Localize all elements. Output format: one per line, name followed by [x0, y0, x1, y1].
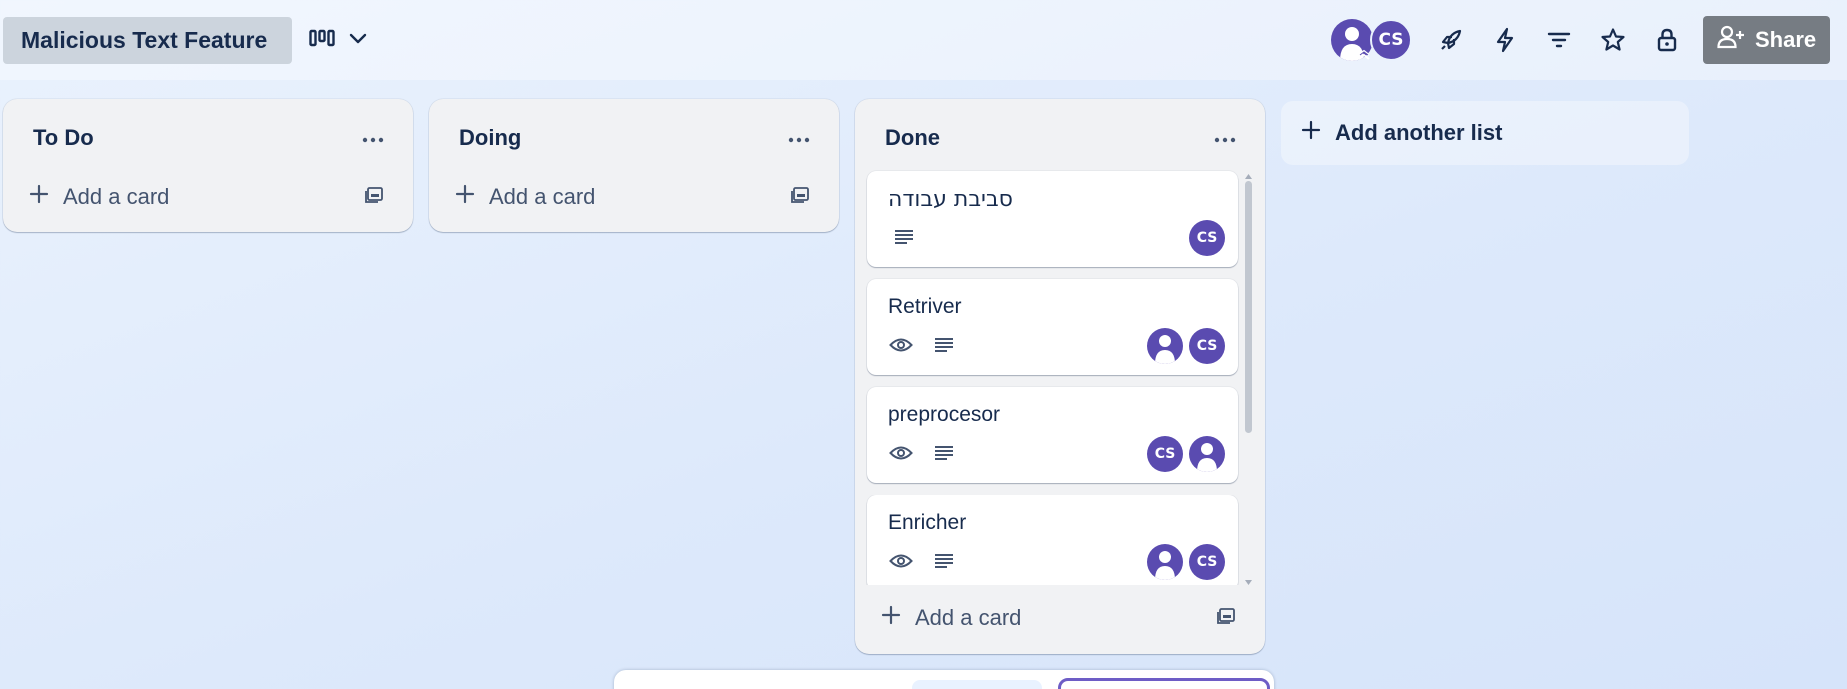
star-icon[interactable] [1593, 20, 1633, 60]
watching-eye-icon [888, 548, 914, 574]
list-header: Done [855, 99, 1265, 175]
card[interactable]: preprocesor CS [867, 387, 1238, 483]
board-view-icon [309, 29, 335, 52]
plus-icon [1301, 120, 1321, 146]
card-member-avatar-person[interactable] [1189, 436, 1225, 472]
card-title: Enricher [888, 511, 967, 534]
description-icon [931, 548, 957, 574]
add-list-label: Add another list [1335, 120, 1503, 145]
card-title: סביבת עבודה [888, 187, 1013, 212]
list-header: To Do [3, 99, 413, 175]
card[interactable]: Enricher CS [867, 495, 1238, 585]
create-from-template-button[interactable] [782, 179, 818, 215]
list-scrollbar[interactable] [1243, 167, 1253, 585]
list-menu-button[interactable] [1207, 119, 1243, 153]
card[interactable]: סביבת עבודה CS [867, 171, 1238, 267]
watching-eye-icon [888, 332, 914, 358]
add-card-label: Add a card [489, 184, 596, 209]
card-member-avatar-person[interactable] [1147, 328, 1183, 364]
plus-icon [29, 184, 49, 210]
add-card-button[interactable]: Add a card [441, 175, 741, 219]
card-scroll-clip: Enricher CS [855, 495, 1250, 585]
power-ups-rocket-icon[interactable] [1431, 20, 1471, 60]
list-title[interactable]: Done [885, 125, 940, 151]
list-menu-button[interactable] [355, 119, 391, 153]
board-view-switcher[interactable] [305, 22, 369, 58]
card-title: Retriver [888, 295, 962, 318]
more-horizontal-icon [362, 123, 384, 149]
admin-chevrons-icon [1357, 48, 1371, 66]
watching-eye-icon [888, 440, 914, 466]
more-horizontal-icon [1214, 123, 1236, 149]
add-another-list-button[interactable]: Add another list [1281, 101, 1689, 165]
card-template-icon [1216, 607, 1236, 630]
scrollbar-thumb[interactable] [1245, 181, 1252, 433]
share-button-label: Share [1755, 27, 1817, 52]
board-header: Malicious Text Feature CS Share [0, 0, 1847, 80]
add-card-label: Add a card [915, 605, 1022, 630]
plus-icon [455, 184, 475, 210]
bottom-bar-tab[interactable] [912, 680, 1042, 689]
plus-icon [881, 605, 901, 631]
list-to-do: To Do Add a card [3, 99, 413, 232]
add-card-button[interactable]: Add a card [15, 175, 315, 219]
list-header: Doing [429, 99, 839, 175]
chevron-down-icon [349, 31, 367, 49]
list-doing: Doing Add a card [429, 99, 839, 232]
card-member-avatar[interactable]: CS [1189, 220, 1225, 256]
card[interactable]: Retriver CS [867, 279, 1238, 375]
add-card-label: Add a card [63, 184, 170, 209]
more-horizontal-icon [788, 123, 810, 149]
card-member-avatar-person[interactable] [1147, 544, 1183, 580]
card-member-avatar[interactable]: CS [1189, 328, 1225, 364]
share-button[interactable]: Share [1703, 16, 1830, 64]
create-from-template-button[interactable] [356, 179, 392, 215]
card-template-icon [364, 186, 384, 209]
create-from-template-button[interactable] [1208, 600, 1244, 636]
scroll-down-arrow-icon [1244, 573, 1253, 591]
add-member-icon [1717, 25, 1745, 55]
list-title[interactable]: To Do [33, 125, 94, 151]
list-menu-button[interactable] [781, 119, 817, 153]
card-member-avatar[interactable]: CS [1189, 544, 1225, 580]
board-title[interactable]: Malicious Text Feature [3, 17, 292, 64]
add-card-button[interactable]: Add a card [867, 596, 1167, 640]
filter-icon[interactable] [1539, 20, 1579, 60]
lock-icon[interactable] [1647, 20, 1687, 60]
description-icon [931, 332, 957, 358]
card-template-icon [790, 186, 810, 209]
card-title: preprocesor [888, 403, 1001, 426]
card-member-avatar[interactable]: CS [1147, 436, 1183, 472]
member-avatar-initials[interactable]: CS [1370, 19, 1412, 61]
description-icon [931, 440, 957, 466]
list-done: Done סביבת עבודה CS Retriver CS preproce… [855, 99, 1265, 654]
automation-bolt-icon[interactable] [1485, 20, 1525, 60]
list-title[interactable]: Doing [459, 125, 521, 151]
bottom-switcher-bar [614, 670, 1274, 689]
description-icon [891, 224, 917, 250]
bottom-bar-tab-active[interactable] [1058, 678, 1270, 689]
